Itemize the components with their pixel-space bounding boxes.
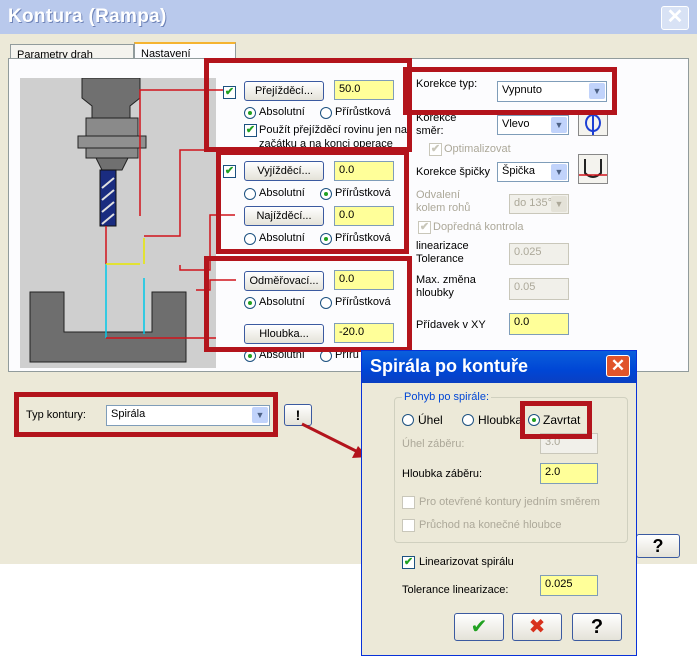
uhel-zaberu-label: Úhel záběru: xyxy=(402,438,465,450)
optimalizovat-checkbox[interactable]: ✔ xyxy=(429,143,442,156)
ok-button[interactable]: ✔ xyxy=(454,613,504,641)
odvaleni-select[interactable]: do 135° ▼ xyxy=(509,194,569,214)
pohyb-group-title: Pohyb po spirále: xyxy=(402,391,491,403)
select-value: Špička xyxy=(502,165,536,177)
chevron-down-icon: ▼ xyxy=(551,196,567,212)
pruchod-label: Průchod na konečné hloubce xyxy=(419,519,562,531)
main-help-button[interactable]: ? xyxy=(636,534,680,558)
linearizace-value[interactable]: 0.025 xyxy=(509,243,569,265)
linearizace-label: linearizace Tolerance xyxy=(416,240,469,265)
chevron-down-icon: ▼ xyxy=(551,117,567,133)
spirala-titlebar: Spirála po kontuře ✕ xyxy=(362,351,636,383)
pruchod-checkbox[interactable] xyxy=(402,519,415,532)
highlight-zavrtat xyxy=(520,401,592,439)
uhel-radio[interactable] xyxy=(402,414,414,426)
max-zmena-label: Max. změna hloubky xyxy=(416,274,476,299)
hloubka-zaberu-value[interactable]: 2.0 xyxy=(540,463,598,484)
radio-label: Hloubka xyxy=(478,413,523,427)
korekce-spicky-label: Korekce špičky xyxy=(416,166,490,178)
odvaleni-label: Odvalení kolem rohů xyxy=(416,189,471,214)
dopredna-kontrola-label: Dopředná kontrola xyxy=(433,221,524,233)
close-icon[interactable]: ✕ xyxy=(661,6,689,30)
optimalizovat-label: Optimalizovat xyxy=(444,143,511,155)
korekce-smer-select[interactable]: Vlevo ▼ xyxy=(497,115,569,135)
hloubka-zaberu-label: Hloubka záběru: xyxy=(402,468,483,480)
otevrene-checkbox[interactable] xyxy=(402,496,415,509)
highlight-vyjizdeci-najizdeci xyxy=(216,150,409,254)
pridavek-value[interactable]: 0.0 xyxy=(509,313,569,335)
radio-label: Úhel xyxy=(418,413,443,427)
spirala-dialog: Spirála po kontuře ✕ Pohyb po spirále: Ú… xyxy=(361,350,637,656)
pridavek-label: Přídavek v XY xyxy=(416,319,486,331)
max-zmena-value[interactable]: 0.05 xyxy=(509,278,569,300)
spirala-title: Spirála po kontuře xyxy=(370,356,529,376)
tolerance-label: Tolerance linearizace: xyxy=(402,584,509,596)
cancel-button[interactable]: ✖ xyxy=(512,613,562,641)
highlight-korekce-typ xyxy=(403,67,617,115)
tolerance-value[interactable]: 0.025 xyxy=(540,575,598,596)
highlight-prejizdeci xyxy=(204,58,412,152)
select-value: Vlevo xyxy=(502,118,530,130)
hloubka-radio[interactable] xyxy=(462,414,474,426)
help-button[interactable]: ? xyxy=(572,613,622,641)
korekce-spicky-select[interactable]: Špička ▼ xyxy=(497,162,569,182)
dopredna-kontrola-checkbox[interactable]: ✔ xyxy=(418,221,431,234)
close-icon[interactable]: ✕ xyxy=(606,355,630,377)
chevron-down-icon: ▼ xyxy=(551,164,567,180)
highlight-odmerovaci-hloubka xyxy=(204,256,412,352)
main-titlebar: Kontura (Rampa) ✕ xyxy=(0,0,697,34)
linearizovat-label: Linearizovat spirálu xyxy=(419,556,514,568)
highlight-typ-kontury xyxy=(14,392,278,437)
korekce-spicky-icon[interactable] xyxy=(578,154,608,184)
select-value: do 135° xyxy=(514,197,553,209)
otevrene-label: Pro otevřené kontury jedním směrem xyxy=(419,496,600,508)
linearizovat-checkbox[interactable]: ✔ xyxy=(402,556,415,569)
window-title: Kontura (Rampa) xyxy=(8,6,167,27)
korekce-smer-label: Korekce směr: xyxy=(416,112,457,137)
